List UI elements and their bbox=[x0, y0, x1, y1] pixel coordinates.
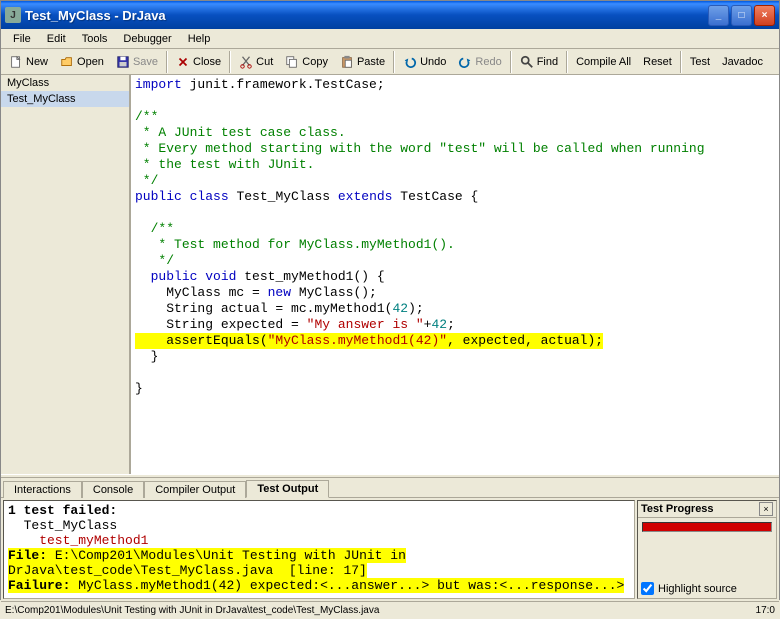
statusbar-position: 17:0 bbox=[756, 605, 775, 616]
open-icon bbox=[60, 55, 74, 69]
test-button[interactable]: Test bbox=[684, 51, 716, 73]
cut-button[interactable]: Cut bbox=[233, 51, 279, 73]
app-icon: J bbox=[5, 7, 21, 23]
statusbar: E:\Comp201\Modules\Unit Testing with JUn… bbox=[1, 601, 779, 619]
undo-icon bbox=[403, 55, 417, 69]
highlight-source-checkbox[interactable] bbox=[641, 582, 654, 595]
menu-tools[interactable]: Tools bbox=[74, 31, 116, 47]
tab-compiler-output[interactable]: Compiler Output bbox=[144, 481, 246, 498]
menu-edit[interactable]: Edit bbox=[39, 31, 74, 47]
find-button[interactable]: Find bbox=[514, 51, 564, 73]
open-button[interactable]: Open bbox=[54, 51, 110, 73]
paste-icon bbox=[340, 55, 354, 69]
code-editor[interactable]: import junit.framework.TestCase; /** * A… bbox=[131, 75, 779, 474]
tab-test-output[interactable]: Test Output bbox=[246, 480, 329, 498]
close-button[interactable]: Close bbox=[170, 51, 227, 73]
file-list: MyClassTest_MyClass bbox=[1, 75, 131, 474]
file-item-test_myclass[interactable]: Test_MyClass bbox=[1, 91, 129, 107]
close-window-button[interactable]: × bbox=[754, 5, 775, 26]
undo-button[interactable]: Undo bbox=[397, 51, 452, 73]
test-progress-panel: Test Progress × Highlight source bbox=[637, 500, 777, 599]
new-button[interactable]: New bbox=[3, 51, 54, 73]
test-output-pane[interactable]: 1 test failed: Test_MyClass test_myMetho… bbox=[3, 500, 635, 599]
reset-button[interactable]: Reset bbox=[637, 51, 678, 73]
new-icon bbox=[9, 55, 23, 69]
toolbar-separator bbox=[229, 51, 231, 73]
menu-debugger[interactable]: Debugger bbox=[115, 31, 179, 47]
maximize-button[interactable]: □ bbox=[731, 5, 752, 26]
file-item-myclass[interactable]: MyClass bbox=[1, 75, 129, 91]
toolbar-separator bbox=[166, 51, 168, 73]
menu-file[interactable]: File bbox=[5, 31, 39, 47]
save-icon bbox=[116, 55, 130, 69]
toolbar-separator bbox=[393, 51, 395, 73]
menubar: FileEditToolsDebuggerHelp bbox=[1, 29, 779, 49]
redo-button: Redo bbox=[452, 51, 507, 73]
menu-help[interactable]: Help bbox=[180, 31, 219, 47]
toolbar-separator bbox=[510, 51, 512, 73]
statusbar-path: E:\Comp201\Modules\Unit Testing with JUn… bbox=[5, 605, 756, 616]
close-icon bbox=[176, 55, 190, 69]
toolbar-separator bbox=[680, 51, 682, 73]
test-progress-close-icon[interactable]: × bbox=[759, 502, 773, 516]
find-icon bbox=[520, 55, 534, 69]
window-title: Test_MyClass - DrJava bbox=[25, 8, 708, 23]
highlight-source-label: Highlight source bbox=[658, 583, 737, 595]
compile-all-button[interactable]: Compile All bbox=[570, 51, 637, 73]
save-button: Save bbox=[110, 51, 164, 73]
toolbar: NewOpenSave Close CutCopyPaste UndoRedo Find… bbox=[1, 49, 779, 75]
bottom-pane: 1 test failed: Test_MyClass test_myMetho… bbox=[1, 498, 779, 601]
toolbar-separator bbox=[566, 51, 568, 73]
test-progress-title: Test Progress bbox=[641, 503, 759, 515]
javadoc-button[interactable]: Javadoc bbox=[716, 51, 769, 73]
main-area: MyClassTest_MyClass import junit.framewo… bbox=[1, 75, 779, 474]
paste-button[interactable]: Paste bbox=[334, 51, 391, 73]
minimize-button[interactable]: _ bbox=[708, 5, 729, 26]
titlebar: J Test_MyClass - DrJava _ □ × bbox=[1, 1, 779, 29]
tab-console[interactable]: Console bbox=[82, 481, 144, 498]
redo-icon bbox=[458, 55, 472, 69]
test-progress-bar bbox=[642, 522, 772, 532]
copy-button[interactable]: Copy bbox=[279, 51, 334, 73]
cut-icon bbox=[239, 55, 253, 69]
bottom-tabs: InteractionsConsoleCompiler OutputTest O… bbox=[1, 478, 779, 498]
copy-icon bbox=[285, 55, 299, 69]
tab-interactions[interactable]: Interactions bbox=[3, 481, 82, 498]
